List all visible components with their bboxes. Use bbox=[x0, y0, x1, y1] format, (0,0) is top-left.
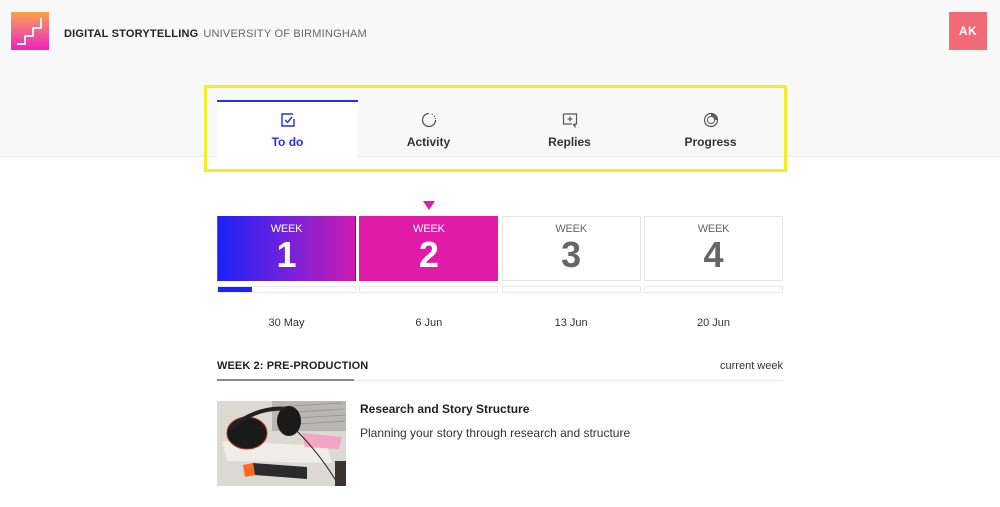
week-progress-fill bbox=[218, 287, 253, 292]
week-selector: WEEK 1 30 May WEEK 2 6 Jun WEEK 3 13 Jun… bbox=[217, 216, 783, 329]
organization-name: UNIVERSITY OF BIRMINGHAM bbox=[203, 28, 367, 40]
week-card-3[interactable]: WEEK 3 bbox=[501, 216, 641, 281]
current-week-label: current week bbox=[720, 360, 783, 372]
week-date: 30 May bbox=[268, 317, 305, 329]
tab-bar: To do Activity Replies Progress bbox=[217, 100, 783, 157]
section-header: WEEK 2: PRE-PRODUCTION current week bbox=[217, 358, 783, 381]
week-progress-bar bbox=[501, 286, 641, 293]
tab-to-do[interactable]: To do bbox=[217, 100, 358, 157]
week-date: 20 Jun bbox=[696, 317, 730, 329]
week-card-4[interactable]: WEEK 4 bbox=[643, 216, 783, 281]
brand: DIGITAL STORYTELLING UNIVERSITY OF BIRMIN… bbox=[64, 28, 367, 40]
week-column: WEEK 2 6 Jun bbox=[359, 216, 499, 329]
week-date: 13 Jun bbox=[554, 317, 588, 329]
comment-plus-icon bbox=[562, 113, 577, 129]
week-progress-bar bbox=[359, 286, 499, 293]
week-number: 3 bbox=[561, 234, 582, 275]
tab-label: Progress bbox=[684, 135, 737, 149]
week-date: 6 Jun bbox=[415, 317, 443, 329]
activity-thumbnail[interactable] bbox=[217, 401, 346, 486]
week-number: 4 bbox=[703, 234, 724, 275]
section-title: WEEK 2: PRE-PRODUCTION bbox=[217, 360, 369, 372]
tab-progress[interactable]: Progress bbox=[640, 100, 781, 157]
progress-ring-icon bbox=[703, 112, 718, 128]
current-week-marker-icon bbox=[423, 201, 435, 210]
week-progress-bar bbox=[643, 286, 783, 293]
week-column: WEEK 3 13 Jun bbox=[501, 216, 641, 329]
tab-label: Activity bbox=[406, 135, 451, 149]
week-number: 1 bbox=[276, 234, 297, 275]
week-column: WEEK 1 30 May bbox=[217, 216, 356, 329]
app-name: DIGITAL STORYTELLING bbox=[64, 28, 199, 40]
tab-replies[interactable]: Replies bbox=[499, 100, 640, 157]
activity-item[interactable]: Research and Story Structure Planning yo… bbox=[217, 401, 783, 486]
week-progress-bar bbox=[217, 286, 356, 293]
tab-label: Replies bbox=[548, 135, 591, 149]
activity-description: Planning your story through research and… bbox=[360, 426, 631, 440]
user-avatar[interactable]: AK bbox=[949, 12, 987, 50]
stairs-logo-icon[interactable] bbox=[11, 12, 49, 50]
week-number: 2 bbox=[418, 234, 439, 275]
checkbox-icon bbox=[280, 113, 295, 127]
headphones-desk-photo bbox=[217, 401, 346, 486]
spinner-icon bbox=[421, 112, 436, 128]
week-card-2[interactable]: WEEK 2 bbox=[359, 216, 499, 281]
tab-activity[interactable]: Activity bbox=[358, 100, 499, 157]
tab-label: To do bbox=[271, 135, 304, 149]
activity-title[interactable]: Research and Story Structure bbox=[360, 402, 529, 416]
week-card-1[interactable]: WEEK 1 bbox=[217, 216, 356, 281]
section-underline bbox=[217, 379, 354, 381]
week-column: WEEK 4 20 Jun bbox=[643, 216, 783, 329]
